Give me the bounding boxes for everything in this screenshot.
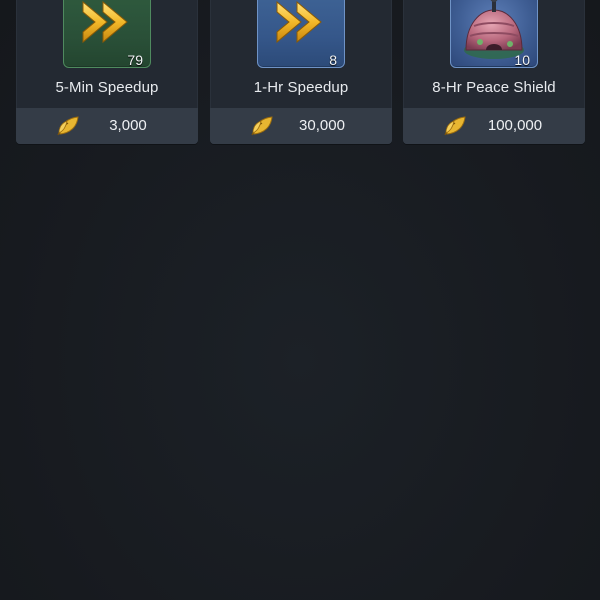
item-name: 8-Hr Peace Shield	[432, 79, 556, 96]
item-icon-tile: 10	[450, 0, 538, 68]
golden-leaf-icon	[444, 116, 466, 136]
shop-page: 79 5-Min Speedup 3,000 8 1-Hr Speedup 30…	[0, 0, 600, 600]
item-name: 5-Min Speedup	[55, 79, 159, 96]
shop-item-card[interactable]: 8 1-Hr Speedup 30,000	[210, 0, 392, 144]
item-icon-tile: 79	[63, 0, 151, 68]
item-price: 100,000	[487, 117, 543, 134]
shop-item-card[interactable]: 79 5-Min Speedup 3,000	[16, 0, 198, 144]
shop-item-card[interactable]: 10 8-Hr Peace Shield 100,000	[403, 0, 585, 144]
item-quantity: 8	[329, 52, 337, 68]
golden-leaf-icon	[251, 116, 273, 136]
item-quantity: 79	[127, 52, 143, 68]
item-price: 3,000	[109, 117, 147, 134]
golden-leaf-icon	[57, 116, 79, 136]
item-price: 30,000	[299, 117, 345, 134]
item-name: 1-Hr Speedup	[253, 79, 349, 96]
item-quantity: 10	[514, 52, 530, 68]
buy-price-button[interactable]: 100,000	[403, 108, 585, 144]
buy-price-button[interactable]: 3,000	[16, 108, 198, 144]
item-icon-tile: 8	[257, 0, 345, 68]
buy-price-button[interactable]: 30,000	[210, 108, 392, 144]
shop-item-grid: 79 5-Min Speedup 3,000 8 1-Hr Speedup 30…	[16, 0, 586, 145]
